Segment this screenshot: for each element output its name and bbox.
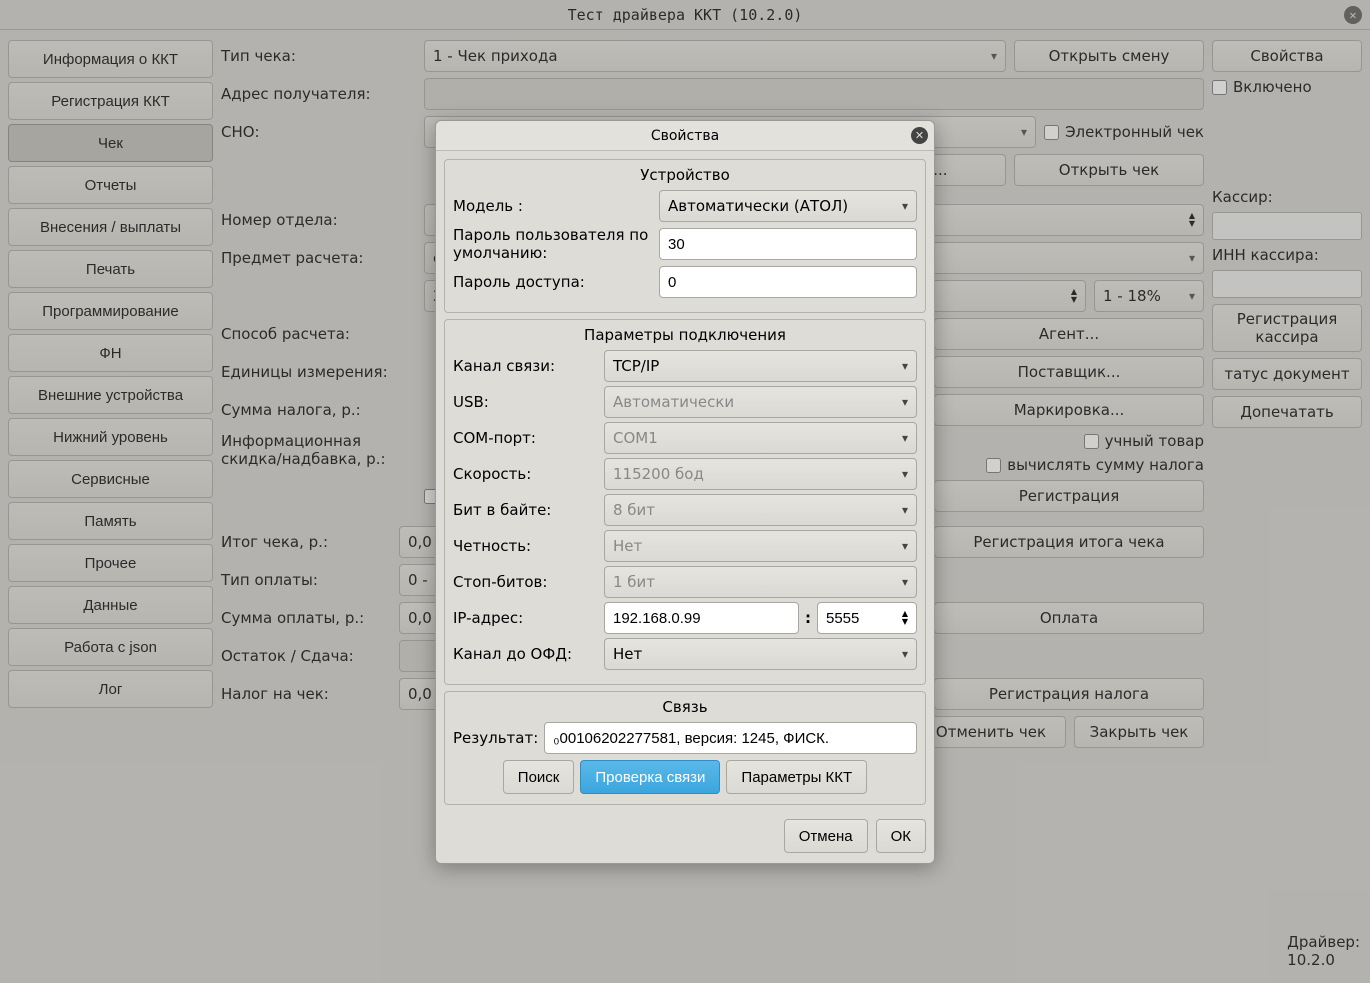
link-group: Связь Результат: Поиск Проверка связи Па… bbox=[444, 691, 926, 805]
device-group: Устройство Модель : Автоматически (АТОЛ)… bbox=[444, 159, 926, 313]
connection-group: Параметры подключения Канал связи: TCP/I… bbox=[444, 319, 926, 685]
speed-label: Скорость: bbox=[453, 465, 598, 483]
port-input[interactable]: ▲▼ bbox=[817, 602, 917, 634]
bits-select: 8 бит▾ bbox=[604, 494, 917, 526]
link-group-title: Связь bbox=[453, 698, 917, 716]
dialog-ok-button[interactable]: ОК bbox=[876, 819, 926, 853]
channel-select[interactable]: TCP/IP▾ bbox=[604, 350, 917, 382]
connection-group-title: Параметры подключения bbox=[453, 326, 917, 344]
ip-colon: : bbox=[805, 609, 811, 627]
ip-label: IP-адрес: bbox=[453, 609, 598, 627]
model-select[interactable]: Автоматически (АТОЛ)▾ bbox=[659, 190, 917, 222]
parity-label: Четность: bbox=[453, 537, 598, 555]
device-group-title: Устройство bbox=[453, 166, 917, 184]
dialog-titlebar: Свойства ✕ bbox=[436, 121, 934, 151]
result-input bbox=[544, 722, 917, 754]
speed-select: 115200 бод▾ bbox=[604, 458, 917, 490]
parity-select: Нет▾ bbox=[604, 530, 917, 562]
dialog-close-icon[interactable]: ✕ bbox=[911, 127, 928, 144]
model-label: Модель : bbox=[453, 197, 653, 215]
access-pwd-input[interactable] bbox=[659, 266, 917, 298]
access-pwd-label: Пароль доступа: bbox=[453, 273, 653, 291]
com-select: COM1▾ bbox=[604, 422, 917, 454]
channel-label: Канал связи: bbox=[453, 357, 598, 375]
usb-select: Автоматически▾ bbox=[604, 386, 917, 418]
usb-label: USB: bbox=[453, 393, 598, 411]
ofd-select[interactable]: Нет▾ bbox=[604, 638, 917, 670]
properties-dialog: Свойства ✕ Устройство Модель : Автоматич… bbox=[435, 120, 935, 864]
test-connection-button[interactable]: Проверка связи bbox=[580, 760, 720, 794]
kkt-params-button[interactable]: Параметры ККТ bbox=[726, 760, 867, 794]
ofd-label: Канал до ОФД: bbox=[453, 645, 598, 663]
com-label: COM-порт: bbox=[453, 429, 598, 447]
bits-label: Бит в байте: bbox=[453, 501, 598, 519]
stop-label: Стоп-битов: bbox=[453, 573, 598, 591]
search-button[interactable]: Поиск bbox=[503, 760, 575, 794]
user-pwd-input[interactable] bbox=[659, 228, 917, 260]
result-label: Результат: bbox=[453, 729, 538, 747]
dialog-cancel-button[interactable]: Отмена bbox=[784, 819, 868, 853]
stop-select: 1 бит▾ bbox=[604, 566, 917, 598]
ip-input[interactable] bbox=[604, 602, 799, 634]
dialog-title-text: Свойства bbox=[651, 128, 719, 144]
user-pwd-label: Пароль пользователя по умолчанию: bbox=[453, 226, 653, 262]
